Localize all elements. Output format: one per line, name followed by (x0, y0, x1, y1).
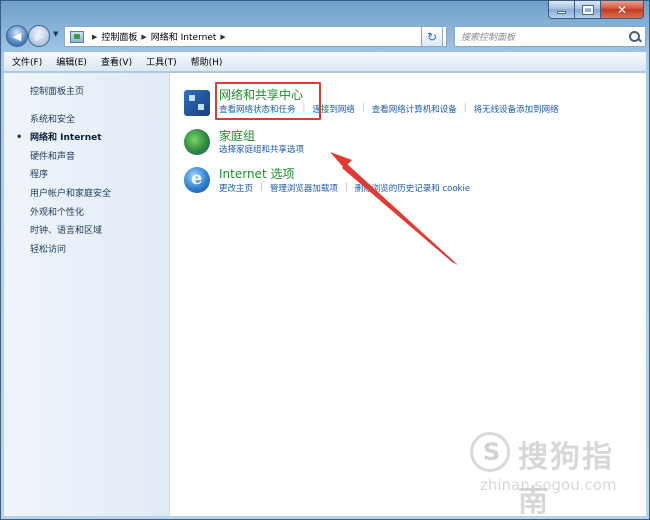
link-view-computers-devices[interactable]: 查看网络计算机和设备 (372, 103, 457, 115)
search-box[interactable]: 搜索控制面板 (454, 26, 646, 47)
link-divider: | (260, 182, 263, 192)
internet-explorer-icon[interactable] (184, 167, 210, 193)
breadcrumb-control-panel[interactable]: 控制面板 (101, 30, 137, 43)
sidebar: 控制面板主页 系统和安全 网络和 Internet 硬件和声音 程序 用户帐户和… (4, 73, 170, 516)
forward-button[interactable]: ▶ (28, 25, 50, 47)
search-icon[interactable] (628, 30, 642, 44)
link-change-homepage[interactable]: 更改主页 (219, 182, 253, 194)
watermark: 搜狗指南 zhinan.sogou.com (470, 430, 640, 519)
menu-edit[interactable]: 编辑(E) (56, 55, 87, 68)
sidebar-item-user-accounts[interactable]: 用户帐户和家庭安全 (4, 185, 169, 204)
network-center-icon[interactable] (184, 90, 210, 116)
caption-buttons: ✕ (548, 0, 644, 19)
menu-bar: 文件(F) 编辑(E) 查看(V) 工具(T) 帮助(H) (4, 52, 646, 72)
link-manage-addons[interactable]: 管理浏览器加载项 (270, 182, 338, 194)
maximize-button[interactable] (574, 0, 600, 19)
menu-tools[interactable]: 工具(T) (146, 55, 177, 68)
breadcrumb-separator-icon[interactable]: ▶ (141, 33, 146, 41)
recent-pages-dropdown[interactable]: ▼ (53, 30, 58, 38)
refresh-button[interactable]: ↻ (421, 26, 443, 47)
sidebar-item-hardware-sound[interactable]: 硬件和声音 (4, 148, 169, 167)
navigation-bar: ◀ ▶ ▼ ▶ 控制面板 ▶ 网络和 Internet ▶ ▼ ↻ 搜索控制面板 (4, 24, 646, 48)
category-title-homegroup[interactable]: 家庭组 (219, 127, 255, 144)
sidebar-item-appearance[interactable]: 外观和个性化 (4, 204, 169, 223)
category-links: 选择家庭组和共享选项 (219, 143, 304, 155)
sidebar-item-home[interactable]: 控制面板主页 (4, 83, 169, 102)
breadcrumb-network-internet[interactable]: 网络和 Internet (151, 30, 217, 43)
category-links: 更改主页 | 管理浏览器加载项 | 删除浏览的历史记录和 cookie (219, 182, 470, 194)
category-title-internet-options[interactable]: Internet 选项 (219, 165, 294, 182)
watermark-url: zhinan.sogou.com (480, 476, 617, 494)
back-arrow-icon: ◀ (12, 29, 22, 43)
sidebar-item-network-internet: 网络和 Internet (4, 129, 169, 148)
address-bar[interactable]: ▶ 控制面板 ▶ 网络和 Internet ▶ ▼ (64, 26, 447, 47)
menu-help[interactable]: 帮助(H) (191, 55, 223, 68)
link-divider: | (361, 103, 365, 113)
menu-view[interactable]: 查看(V) (101, 55, 132, 68)
link-add-wireless-device[interactable]: 将无线设备添加到网络 (474, 103, 559, 115)
maximize-icon (581, 4, 594, 15)
minimize-button[interactable] (548, 0, 574, 19)
link-homegroup-sharing-options[interactable]: 选择家庭组和共享选项 (219, 143, 304, 155)
breadcrumb-separator-icon[interactable]: ▶ (220, 33, 225, 41)
sogou-logo-icon (470, 432, 510, 472)
menu-file[interactable]: 文件(F) (12, 55, 42, 68)
forward-arrow-icon: ▶ (34, 29, 44, 43)
sidebar-item-clock-language[interactable]: 时钟、语言和区域 (4, 222, 169, 241)
refresh-icon: ↻ (426, 29, 438, 44)
minimize-icon (557, 11, 566, 14)
link-delete-history[interactable]: 删除浏览的历史记录和 cookie (355, 182, 470, 194)
sidebar-item-system-security[interactable]: 系统和安全 (4, 111, 169, 130)
sidebar-item-programs[interactable]: 程序 (4, 166, 169, 185)
homegroup-icon[interactable] (184, 129, 210, 155)
control-panel-icon (70, 30, 84, 43)
link-divider: | (463, 103, 467, 113)
search-placeholder: 搜索控制面板 (461, 33, 516, 43)
close-button[interactable]: ✕ (600, 0, 644, 19)
link-divider: | (344, 182, 348, 192)
sidebar-item-ease-of-access[interactable]: 轻松访问 (4, 241, 169, 260)
back-button[interactable]: ◀ (6, 25, 28, 47)
highlight-box (215, 82, 321, 120)
breadcrumb-separator-icon[interactable]: ▶ (92, 33, 97, 41)
